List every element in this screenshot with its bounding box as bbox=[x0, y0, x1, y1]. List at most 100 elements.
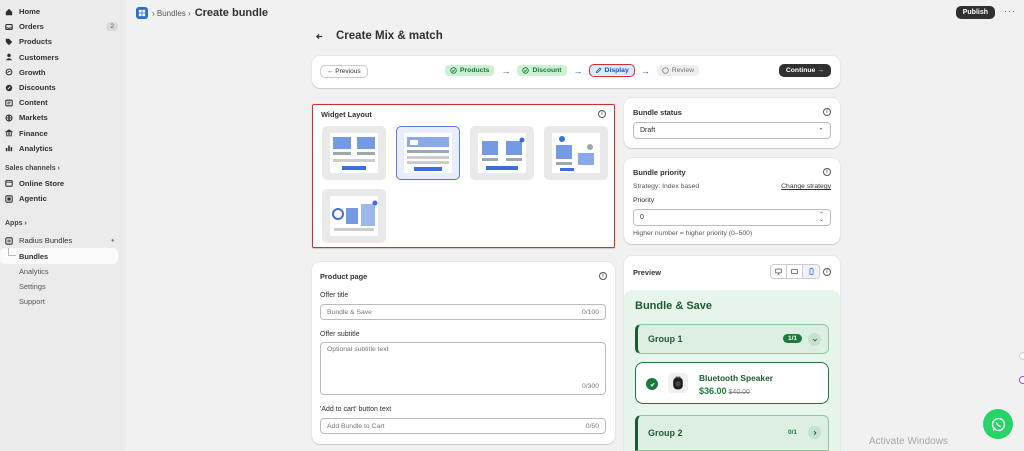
whatsapp-icon bbox=[991, 417, 1005, 431]
previous-button[interactable]: ← Previous bbox=[320, 65, 368, 78]
more-actions-button[interactable]: ··· bbox=[1004, 6, 1016, 16]
layout-option-4[interactable] bbox=[544, 126, 608, 180]
step-discount[interactable]: Discount bbox=[517, 65, 567, 76]
info-icon[interactable]: i bbox=[599, 272, 607, 280]
bundle-status-value: Draft bbox=[640, 127, 656, 134]
apps-heading[interactable]: Apps › bbox=[0, 216, 126, 230]
layout-option-2[interactable] bbox=[396, 126, 460, 180]
layout-thumbnail bbox=[552, 133, 600, 173]
sidebar-item-label: Discounts bbox=[19, 83, 56, 93]
sidebar-item-label: Customers bbox=[19, 52, 59, 62]
layout-thumbnail bbox=[330, 133, 378, 173]
mobile-icon bbox=[809, 268, 813, 275]
sidebar-item-orders[interactable]: Orders 2 bbox=[0, 19, 126, 34]
check-circle-icon bbox=[522, 67, 530, 74]
layout-option-3[interactable] bbox=[470, 126, 534, 180]
step-products[interactable]: Products bbox=[445, 65, 495, 76]
step-label: Discount bbox=[532, 67, 562, 74]
sidebar-item-online-store[interactable]: Online Store bbox=[0, 176, 126, 191]
person-icon bbox=[5, 53, 13, 61]
device-toggle bbox=[770, 264, 820, 279]
step-label: Display bbox=[604, 67, 629, 74]
arrow-right-icon: → bbox=[501, 65, 511, 76]
sidebar-item-content[interactable]: Content bbox=[0, 95, 126, 110]
agentic-icon bbox=[5, 194, 13, 203]
scroll-handle[interactable] bbox=[1019, 352, 1024, 360]
chevron-right-icon[interactable] bbox=[808, 426, 821, 439]
bundle-status-select[interactable]: Draft ⌃ bbox=[633, 122, 831, 139]
layout-option-1[interactable] bbox=[322, 126, 386, 180]
stepper-arrows-icon[interactable]: ⌃ ⌄ bbox=[819, 212, 824, 223]
info-icon[interactable]: i bbox=[823, 268, 831, 276]
sidebar-subitem-support[interactable]: Support bbox=[0, 294, 126, 309]
sidebar-subitem-analytics[interactable]: Analytics bbox=[0, 264, 126, 279]
arrow-left-icon bbox=[315, 33, 323, 40]
arrow-right-icon: → bbox=[640, 65, 650, 76]
breadcrumb[interactable]: › Bundles › bbox=[152, 9, 191, 18]
cart-button-text-input[interactable]: Add Bundle to Cart 0/50 bbox=[320, 418, 606, 434]
offer-subtitle-textarea[interactable]: Optional subtitle text 0/300 bbox=[320, 342, 606, 395]
sidebar-item-markets[interactable]: Markets bbox=[0, 110, 126, 125]
preview-title: Preview bbox=[633, 268, 661, 277]
check-icon bbox=[646, 378, 658, 390]
stepper-card: ← Previous Products → Discount → Display… bbox=[312, 56, 840, 88]
sidebar-item-home[interactable]: Home bbox=[0, 4, 126, 19]
publish-button[interactable]: Publish bbox=[955, 6, 995, 19]
step-display[interactable]: Display bbox=[588, 64, 635, 77]
product-page-card: Product page i Offer title Bundle & Save… bbox=[312, 262, 615, 444]
content-icon bbox=[5, 99, 13, 107]
sidebar-item-label: Finance bbox=[19, 128, 48, 138]
sidebar-item-products[interactable]: Products bbox=[0, 34, 126, 49]
info-icon[interactable]: i bbox=[823, 108, 831, 116]
preview-group-1[interactable]: Group 1 1/1 bbox=[635, 324, 829, 354]
product-page-title: Product page bbox=[320, 272, 368, 281]
change-strategy-link[interactable]: Change strategy bbox=[781, 183, 831, 190]
sidebar-item-customers[interactable]: Customers bbox=[0, 50, 126, 65]
sidebar-item-finance[interactable]: Finance bbox=[0, 126, 126, 141]
step-review[interactable]: Review bbox=[656, 65, 700, 76]
group-count-badge: 1/1 bbox=[782, 334, 802, 343]
continue-button[interactable]: Continue → bbox=[778, 64, 831, 77]
activation-watermark: Activate Windows bbox=[869, 436, 948, 447]
sidebar-item-radius-bundles[interactable]: Radius Bundles • bbox=[0, 233, 126, 248]
sidebar-item-label: Radius Bundles bbox=[19, 236, 73, 246]
sidebar-item-discounts[interactable]: Discounts bbox=[0, 80, 126, 95]
back-button[interactable] bbox=[313, 30, 326, 43]
preview-heading: Bundle & Save bbox=[635, 300, 713, 312]
app-logo-icon[interactable] bbox=[136, 7, 148, 19]
chevron-down-icon[interactable] bbox=[808, 333, 821, 346]
offer-title-input[interactable]: Bundle & Save 0/100 bbox=[320, 304, 606, 320]
tree-branch bbox=[8, 248, 16, 257]
preview-product-item[interactable]: Bluetooth Speaker $36.00 $40.00 bbox=[635, 362, 829, 404]
sidebar-subitem-bundles[interactable]: Bundles bbox=[0, 248, 118, 264]
mobile-view-button[interactable] bbox=[803, 265, 819, 278]
info-icon[interactable]: i bbox=[598, 110, 606, 118]
whatsapp-chat-button[interactable] bbox=[983, 409, 1013, 439]
bundle-status-title: Bundle status bbox=[633, 108, 682, 117]
info-icon[interactable]: i bbox=[823, 168, 831, 176]
sidebar-subitem-settings[interactable]: Settings bbox=[0, 279, 126, 294]
home-icon bbox=[5, 8, 13, 16]
sales-channels-heading[interactable]: Sales channels › bbox=[0, 162, 126, 176]
bundle-priority-title: Bundle priority bbox=[633, 168, 686, 177]
bank-icon bbox=[5, 129, 13, 137]
scroll-handle[interactable] bbox=[1019, 376, 1024, 384]
offer-subtitle-placeholder: Optional subtitle text bbox=[327, 346, 389, 353]
sidebar-item-label: Growth bbox=[19, 67, 46, 77]
sidebar-item-analytics[interactable]: Analytics bbox=[0, 141, 126, 156]
layout-thumbnail bbox=[330, 196, 378, 236]
app-more-indicator[interactable]: • bbox=[111, 236, 114, 245]
tablet-view-button[interactable] bbox=[787, 265, 803, 278]
sidebar-item-label: Online Store bbox=[19, 178, 65, 188]
sidebar: Home Orders 2 Products Customers Growth … bbox=[0, 0, 126, 451]
desktop-view-button[interactable] bbox=[771, 265, 787, 278]
tag-icon bbox=[5, 38, 13, 46]
layout-option-5[interactable] bbox=[322, 189, 386, 243]
check-circle-icon bbox=[450, 67, 457, 74]
sidebar-item-label: Markets bbox=[19, 113, 48, 123]
sidebar-item-agentic[interactable]: Agentic bbox=[0, 191, 126, 206]
preview-group-2[interactable]: Group 2 0/1 bbox=[635, 415, 829, 451]
sidebar-item-growth[interactable]: Growth bbox=[0, 65, 126, 80]
priority-strategy-text: Strategy: Index based bbox=[633, 183, 700, 190]
priority-number-input[interactable]: 0 ⌃ ⌄ bbox=[633, 209, 831, 226]
